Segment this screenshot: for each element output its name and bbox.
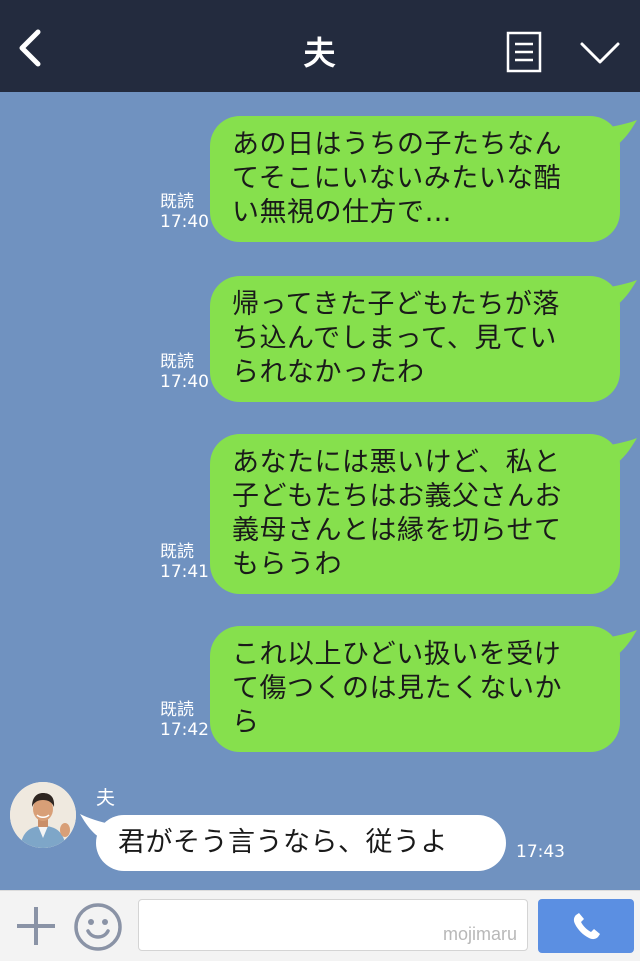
message-bubble[interactable]: 帰ってきた子どもたちが落 ち込んでしまって、見てい られなかったわ	[210, 276, 620, 402]
message-line: ち込んでしまって、見てい	[232, 323, 557, 354]
message-bubble[interactable]: あなたには悪いけど、私と 子どもたちはお義父さんお 義母さんとは縁を切らせて も…	[210, 434, 620, 594]
message-meta: 既読 17:40	[160, 352, 209, 392]
message-meta: 既読 17:42	[160, 700, 209, 740]
message-time: 17:43	[516, 842, 565, 862]
sender-avatar[interactable]	[10, 782, 76, 848]
read-receipt: 既読	[160, 352, 194, 372]
message-time: 17:40	[160, 372, 209, 392]
message-line: あの日はうちの子たちなん	[232, 129, 562, 160]
message-line: あなたには悪いけど、私と	[232, 447, 561, 478]
person-avatar-icon	[10, 782, 76, 848]
chat-header: 夫	[0, 0, 640, 92]
chat-title: 夫	[303, 34, 337, 72]
emoji-button[interactable]	[72, 901, 124, 953]
message-time: 17:41	[160, 562, 209, 582]
call-button[interactable]	[538, 899, 634, 953]
message-line: これ以上ひどい扱いを受け	[232, 639, 562, 670]
message-time: 17:42	[160, 720, 209, 740]
read-receipt: 既読	[160, 542, 194, 562]
message-line: 帰ってきた子どもたちが落	[232, 289, 560, 320]
plus-icon	[17, 907, 55, 945]
expand-menu-button[interactable]	[578, 36, 622, 68]
message-bubble[interactable]: これ以上ひどい扱いを受け て傷つくのは見たくないか ら	[210, 626, 620, 752]
message-line: ら	[232, 707, 260, 738]
message-line: て傷つくのは見たくないか	[232, 673, 562, 704]
incoming-message-bubble[interactable]: 君がそう言うなら、従うよ	[96, 815, 506, 871]
message-bubble[interactable]: あの日はうちの子たちなん てそこにいないみたいな酷 い無視の仕方で…	[210, 116, 620, 242]
phone-icon	[573, 913, 600, 940]
message-time: 17:40	[160, 212, 209, 232]
message-line: 子どもたちはお義父さんお	[232, 481, 562, 512]
message-line: い無視の仕方で…	[232, 197, 452, 228]
message-meta: 既読 17:40	[160, 192, 209, 232]
add-attachment-button[interactable]	[14, 904, 58, 948]
message-line: もらうわ	[232, 549, 342, 580]
message-line: てそこにいないみたいな酷	[232, 163, 562, 194]
chevron-down-icon	[580, 42, 620, 64]
message-line: られなかったわ	[232, 357, 425, 388]
message-line: 義母さんとは縁を切らせて	[232, 515, 562, 546]
note-list-icon	[506, 31, 542, 73]
message-input[interactable]: mojimaru	[138, 899, 528, 951]
read-receipt: 既読	[160, 700, 194, 720]
read-receipt: 既読	[160, 192, 194, 212]
message-text: 君がそう言うなら、従うよ	[118, 827, 448, 858]
input-bar: mojimaru	[0, 890, 640, 961]
message-meta: 既読 17:41	[160, 542, 209, 582]
watermark: mojimaru	[442, 924, 517, 944]
notes-button[interactable]	[506, 31, 542, 73]
smiley-icon	[74, 903, 122, 951]
sender-name: 夫	[96, 787, 116, 809]
